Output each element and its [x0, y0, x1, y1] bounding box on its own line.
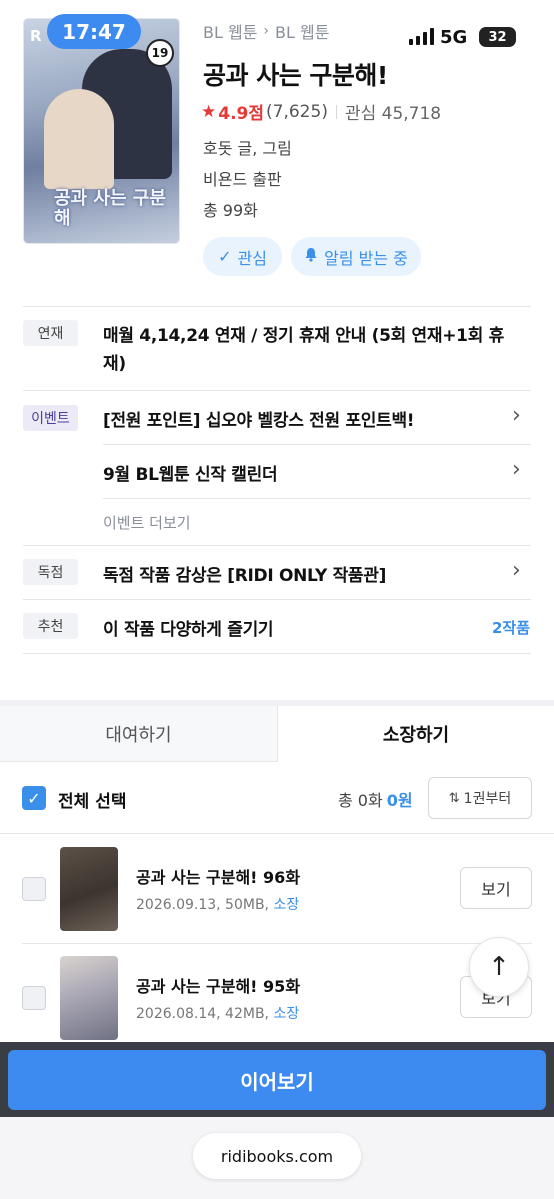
divider: [23, 653, 531, 654]
exclusive-link[interactable]: 독점 작품 감상은 [RIDI ONLY 작품관]: [103, 561, 386, 586]
status-time: 17:47: [47, 14, 141, 49]
total-episodes: 총 99화: [203, 201, 258, 220]
favorite-count: 관심 45,718: [344, 104, 442, 124]
episode-thumbnail[interactable]: [60, 847, 118, 931]
serial-tag: 연재: [23, 320, 78, 346]
divider: [103, 444, 531, 445]
chevron-right-icon: ›: [263, 23, 270, 39]
sort-icon: ⇅: [448, 790, 460, 806]
divider: [23, 390, 531, 391]
total-count: 총 0화: [338, 791, 383, 810]
battery-indicator: 32: [479, 27, 516, 47]
cover-title: 공과 사는 구분해: [54, 188, 166, 229]
episode-status: 소장: [273, 1006, 300, 1022]
episode-date-size: 2026.08.14, 42MB,: [136, 1006, 270, 1022]
cover-logo: R: [30, 27, 42, 45]
divider: [0, 833, 554, 834]
divider: [23, 545, 531, 546]
divider: [23, 599, 531, 600]
episode-meta: 2026.08.14, 42MB, 소장: [136, 1003, 299, 1023]
chevron-right-icon: ›: [512, 457, 521, 482]
divider: [335, 104, 337, 119]
interest-button-label: 관심: [237, 248, 267, 268]
breadcrumb: BL 웹툰 › BL 웹툰: [203, 19, 329, 43]
rating-value: 4.9점: [218, 104, 265, 124]
tab-rent[interactable]: 대여하기: [0, 706, 278, 762]
sort-label: 1권부터: [463, 791, 512, 807]
episode-title[interactable]: 공과 사는 구분해! 95화: [136, 973, 300, 997]
event-link[interactable]: 9월 BL웹툰 신작 캘린더: [103, 460, 278, 485]
serial-schedule-line: 재): [103, 354, 126, 374]
breadcrumb-item[interactable]: BL 웹툰: [275, 19, 329, 43]
continue-reading-button[interactable]: 이어보기: [8, 1050, 546, 1110]
chevron-right-icon: ›: [512, 558, 521, 583]
rating-count[interactable]: (7,625): [266, 102, 328, 122]
interest-button[interactable]: ✓ 관심: [203, 237, 282, 276]
check-icon: ✓: [218, 247, 232, 266]
address-bar[interactable]: ridibooks.com: [193, 1133, 361, 1179]
notification-button-label: 알림 받는 중: [324, 248, 408, 268]
bell-icon: [304, 247, 318, 266]
select-all-checkbox[interactable]: ✓: [22, 786, 46, 810]
notification-button[interactable]: 알림 받는 중: [291, 237, 421, 276]
view-button[interactable]: 보기: [460, 867, 532, 909]
event-link[interactable]: [전원 포인트] 십오야 벨캉스 전원 포인트백!: [103, 406, 415, 431]
episode-status: 소장: [273, 897, 300, 913]
scroll-to-top-button[interactable]: ↑: [469, 937, 529, 997]
tab-own[interactable]: 소장하기: [278, 706, 554, 762]
recommend-count[interactable]: 2작품: [492, 617, 530, 638]
total-summary: 총 0화 0원: [338, 787, 413, 811]
sort-button[interactable]: ⇅ 1권부터: [428, 777, 532, 819]
divider: [23, 306, 531, 307]
episode-date-size: 2026.09.13, 50MB,: [136, 897, 270, 913]
divider: [22, 943, 532, 944]
age-rating-badge: 19: [146, 39, 174, 67]
serial-schedule-line: 매월 4,14,24 연재 / 정기 휴재 안내 (5회 연재+1회 휴: [103, 326, 505, 346]
author[interactable]: 호돗 글, 그림: [203, 135, 292, 159]
episode-checkbox[interactable]: [22, 986, 46, 1010]
episode-meta: 2026.09.13, 50MB, 소장: [136, 894, 299, 914]
episode-checkbox[interactable]: [22, 877, 46, 901]
exclusive-tag: 독점: [23, 559, 78, 585]
event-more-link[interactable]: 이벤트 더보기: [103, 512, 191, 533]
serial-schedule: 매월 4,14,24 연재 / 정기 휴재 안내 (5회 연재+1회 휴 재): [103, 322, 504, 378]
page-title: 공과 사는 구분해!: [203, 61, 388, 90]
chevron-right-icon: ›: [512, 403, 521, 428]
episode-thumbnail[interactable]: [60, 956, 118, 1040]
arrow-up-icon: ↑: [488, 952, 510, 982]
book-cover[interactable]: R 19 공과 사는 구분해: [23, 18, 180, 244]
recommend-link[interactable]: 이 작품 다양하게 즐기기: [103, 615, 274, 640]
cover-figure: [44, 89, 114, 189]
breadcrumb-item[interactable]: BL 웹툰: [203, 19, 257, 43]
select-all-label[interactable]: 전체 선택: [58, 787, 126, 812]
episode-title[interactable]: 공과 사는 구분해! 96화: [136, 864, 300, 888]
total-price: 0원: [386, 791, 413, 810]
recommend-tag: 추천: [23, 613, 78, 639]
publisher[interactable]: 비욘드 출판: [203, 166, 282, 190]
cellular-signal-icon: [409, 28, 434, 45]
network-type: 5G: [440, 27, 468, 48]
divider: [103, 498, 531, 499]
rating-row: ★ 4.9점 (7,625) 관심 45,718: [201, 99, 442, 125]
star-icon: ★: [201, 101, 217, 122]
event-tag: 이벤트: [23, 405, 78, 431]
